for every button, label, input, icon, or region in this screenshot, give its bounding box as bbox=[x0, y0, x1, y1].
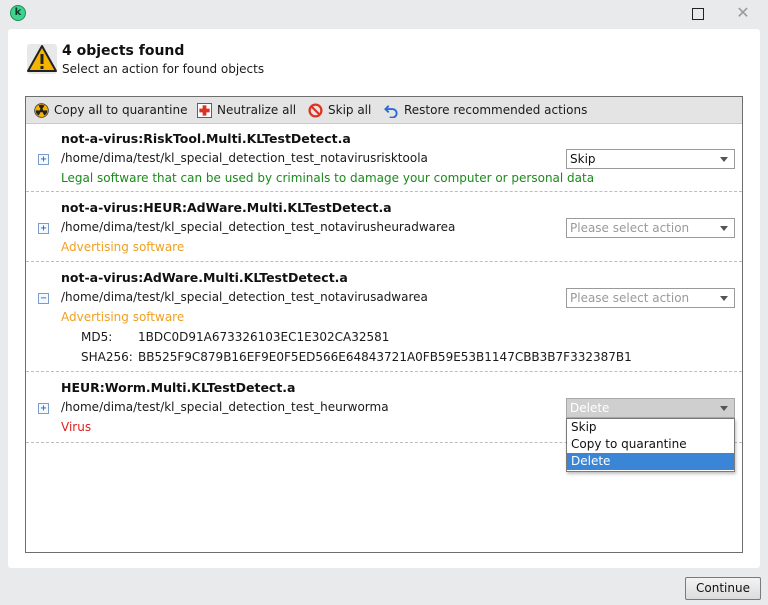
expand-toggle[interactable]: + bbox=[38, 223, 49, 234]
sha256-label: SHA256: bbox=[81, 350, 133, 364]
chevron-down-icon bbox=[720, 157, 728, 162]
action-select[interactable]: Please select action bbox=[566, 218, 735, 238]
action-select[interactable]: Please select action bbox=[566, 288, 735, 308]
maximize-button[interactable] bbox=[688, 5, 706, 23]
action-select-value: Please select action bbox=[570, 221, 690, 235]
sha256-value: BB525F9C879B16EF9E0F5ED566E64843721A0FB5… bbox=[138, 350, 632, 364]
object-description: Advertising software bbox=[61, 310, 185, 324]
object-name: not-a-virus:AdWare.Multi.KLTestDetect.a bbox=[61, 270, 348, 285]
chevron-down-icon bbox=[720, 406, 728, 411]
continue-button[interactable]: Continue bbox=[685, 577, 761, 600]
main-panel: 4 objects found Select an action for fou… bbox=[8, 29, 760, 568]
object-path: /home/dima/test/kl_special_detection_tes… bbox=[61, 151, 428, 165]
object-path: /home/dima/test/kl_special_detection_tes… bbox=[61, 290, 428, 304]
page-subtitle: Select an action for found objects bbox=[62, 62, 265, 76]
copy-all-label: Copy all to quarantine bbox=[54, 103, 188, 117]
page-title: 4 objects found bbox=[62, 43, 185, 59]
skip-all-label: Skip all bbox=[328, 103, 372, 117]
action-select[interactable]: Skip bbox=[566, 149, 735, 169]
restore-label: Restore recommended actions bbox=[404, 103, 588, 117]
detected-object-row: not-a-virus:HEUR:AdWare.Multi.KLTestDete… bbox=[26, 192, 742, 262]
object-path: /home/dima/test/kl_special_detection_tes… bbox=[61, 220, 456, 234]
object-description: Legal software that can be used by crimi… bbox=[61, 171, 595, 185]
detected-objects-list: Copy all to quarantine Neutralize all Sk… bbox=[25, 96, 743, 553]
restore-recommended-button[interactable]: Restore recommended actions bbox=[384, 101, 587, 119]
object-name: not-a-virus:RiskTool.Multi.KLTestDetect.… bbox=[61, 131, 351, 146]
dropdown-option-skip[interactable]: Skip bbox=[567, 419, 734, 436]
object-description: Virus bbox=[61, 420, 92, 434]
dropdown-option-delete[interactable]: Delete bbox=[567, 453, 734, 470]
dropdown-option-copy-to-quarantine[interactable]: Copy to quarantine bbox=[567, 436, 734, 453]
title-bar: k ✕ bbox=[0, 0, 768, 28]
object-description: Advertising software bbox=[61, 240, 185, 254]
action-select-value: Delete bbox=[570, 401, 610, 415]
md5-value: 1BDC0D91A673326103EC1E302CA32581 bbox=[138, 330, 390, 344]
prohibited-icon bbox=[308, 102, 323, 118]
action-dropdown-list: Skip Copy to quarantine Delete bbox=[566, 418, 735, 472]
neutralize-all-label: Neutralize all bbox=[217, 103, 297, 117]
action-select-value: Please select action bbox=[570, 291, 690, 305]
expand-toggle[interactable]: + bbox=[38, 403, 49, 414]
warning-icon bbox=[27, 44, 57, 74]
first-aid-icon bbox=[197, 102, 212, 118]
detected-object-row: not-a-virus:RiskTool.Multi.KLTestDetect.… bbox=[26, 125, 742, 192]
actions-toolbar: Copy all to quarantine Neutralize all Sk… bbox=[26, 97, 742, 124]
expand-toggle[interactable]: + bbox=[38, 154, 49, 165]
action-select[interactable]: Delete bbox=[566, 398, 735, 418]
action-select-value: Skip bbox=[570, 152, 596, 166]
md5-label: MD5: bbox=[81, 330, 113, 344]
object-name: HEUR:Worm.Multi.KLTestDetect.a bbox=[61, 380, 296, 395]
radiation-icon bbox=[34, 102, 49, 118]
chevron-down-icon bbox=[720, 296, 728, 301]
close-button[interactable]: ✕ bbox=[734, 5, 752, 23]
copy-all-to-quarantine-button[interactable]: Copy all to quarantine bbox=[34, 101, 187, 119]
object-path: /home/dima/test/kl_special_detection_tes… bbox=[61, 400, 389, 414]
detected-object-row: not-a-virus:AdWare.Multi.KLTestDetect.a … bbox=[26, 262, 742, 372]
object-name: not-a-virus:HEUR:AdWare.Multi.KLTestDete… bbox=[61, 200, 392, 215]
collapse-toggle[interactable]: − bbox=[38, 293, 49, 304]
undo-arrow-icon bbox=[384, 104, 398, 118]
skip-all-button[interactable]: Skip all bbox=[308, 101, 371, 119]
neutralize-all-button[interactable]: Neutralize all bbox=[197, 101, 296, 119]
kaspersky-logo-icon: k bbox=[10, 5, 26, 21]
chevron-down-icon bbox=[720, 226, 728, 231]
